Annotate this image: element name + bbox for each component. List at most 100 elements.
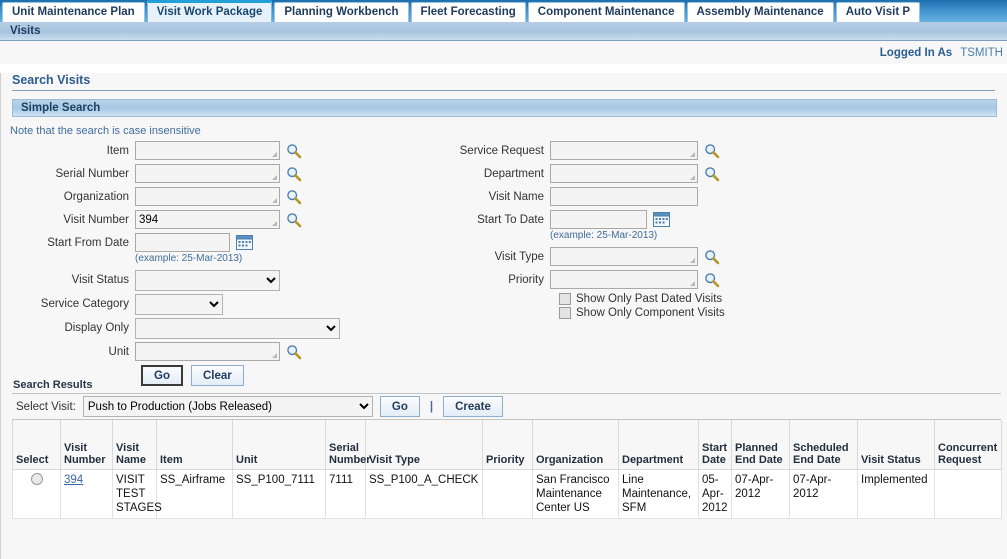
priority-input[interactable] [550,270,698,289]
unit-input[interactable] [135,342,280,361]
item-label: Item [106,145,129,157]
field-row-organization: Organization [0,187,440,207]
logged-in-bar: Logged In As TSMITH [0,41,1007,65]
priority-search-icon[interactable] [704,272,720,288]
simple-search-panel-header: Simple Search [12,99,997,117]
search-form-right-column: Service Request Department Visit Name St… [440,141,880,321]
cell-visit-type: SS_P100_A_CHECK [365,468,483,519]
start-to-date-calendar-icon[interactable] [653,212,670,227]
cell-planned-end-date: 07-Apr-2012 [731,468,790,519]
service-request-search-icon[interactable] [704,143,720,159]
field-row-start-to-date: Start To Date (example: 25-Mar-2013) [440,210,880,244]
case-insensitive-note: Note that the search is case insensitive [10,125,201,137]
column-header-visit-number[interactable]: Visit Number [60,420,113,470]
column-header-select[interactable]: Select [12,420,61,470]
tab-assembly-maintenance[interactable]: Assembly Maintenance [686,2,834,22]
page-body: Search Visits Simple Search Note that th… [0,73,1007,559]
column-header-start-date[interactable]: Start Date [698,420,732,470]
column-header-scheduled-end-date[interactable]: Scheduled End Date [789,420,858,470]
visit-number-link[interactable]: 394 [64,474,83,486]
start-from-date-label: Start From Date [47,237,129,249]
visit-status-label: Visit Status [71,274,129,286]
toolbar-separator: | [429,400,434,413]
tab-component-maintenance[interactable]: Component Maintenance [527,2,685,22]
search-go-button[interactable]: Go [141,365,183,386]
department-input-wrapper [550,164,698,183]
organization-search-icon[interactable] [286,189,302,205]
organization-input-wrapper [135,187,280,206]
visit-type-search-icon[interactable] [704,249,720,265]
department-search-icon[interactable] [704,166,720,182]
column-header-planned-end-date[interactable]: Planned End Date [731,420,790,470]
field-row-priority: Priority [440,270,880,290]
item-input[interactable] [135,141,280,160]
column-header-department[interactable]: Department [618,420,699,470]
results-go-button[interactable]: Go [379,396,420,417]
column-header-unit[interactable]: Unit [232,420,326,470]
service-category-select[interactable] [135,294,223,315]
sub-navigation-bar: Visits [0,22,1007,41]
visit-name-input[interactable] [550,187,698,206]
create-visit-button[interactable]: Create [443,396,503,417]
search-results-table-wrapper: Select Visit Number Visit Name Item Unit… [12,420,1002,519]
show-past-dated-checkbox[interactable] [559,293,571,305]
column-header-item[interactable]: Item [156,420,233,470]
field-row-department: Department [440,164,880,184]
page-title: Search Visits [12,73,995,91]
row-select-radio[interactable] [30,472,43,485]
visit-status-select[interactable] [135,270,280,291]
field-row-visit-type: Visit Type [440,247,880,267]
field-row-service-request: Service Request [440,141,880,161]
cell-visit-number: 394 [60,468,113,519]
select-visit-action-dropdown[interactable]: Push to Production (Jobs Released) [82,396,373,417]
display-only-label: Display Only [64,322,129,334]
start-from-date-input[interactable] [135,233,230,252]
visit-number-search-icon[interactable] [286,212,302,228]
department-input[interactable] [550,164,698,183]
organization-label: Organization [63,191,129,203]
start-from-date-hint: (example: 25-Mar-2013) [135,253,243,264]
show-component-visits-checkbox[interactable] [559,307,571,319]
serial-number-search-icon[interactable] [286,166,302,182]
serial-number-input[interactable] [135,164,280,183]
start-to-date-input[interactable] [550,210,647,229]
search-results-toolbar: Select Visit: Push to Production (Jobs R… [12,393,1001,420]
cell-priority [482,468,533,519]
item-search-icon[interactable] [286,143,302,159]
tab-planning-workbench[interactable]: Planning Workbench [274,2,409,22]
column-header-organization[interactable]: Organization [532,420,619,470]
tab-auto-visit-planning[interactable]: Auto Visit P [835,2,921,22]
tab-visit-work-package[interactable]: Visit Work Package [146,0,273,22]
logged-in-username: TSMITH [960,46,1003,59]
search-clear-button[interactable]: Clear [190,365,244,386]
cell-scheduled-end-date: 07-Apr-2012 [789,468,858,519]
tab-unit-maintenance-plan[interactable]: Unit Maintenance Plan [2,2,145,22]
field-row-display-only: Display Only [0,318,440,339]
column-header-visit-status[interactable]: Visit Status [857,420,935,470]
tab-fleet-forecasting[interactable]: Fleet Forecasting [410,2,526,22]
start-to-date-label: Start To Date [477,214,544,226]
column-header-visit-name[interactable]: Visit Name [112,420,157,470]
start-from-date-calendar-icon[interactable] [236,235,253,250]
cell-item: SS_Airframe [156,468,233,519]
cell-start-date: 05-Apr-2012 [698,468,732,519]
visit-name-label: Visit Name [488,191,544,203]
visit-type-input[interactable] [550,247,698,266]
column-header-priority[interactable]: Priority [482,420,533,470]
column-header-serial-number[interactable]: Serial Number [325,420,371,470]
field-row-serial-number: Serial Number [0,164,440,184]
column-header-concurrent-request[interactable]: Concurrent Request [934,420,1002,470]
visit-number-input[interactable] [135,210,280,229]
serial-number-input-wrapper [135,164,280,183]
service-request-input[interactable] [550,141,698,160]
column-header-visit-type[interactable]: Visit Type [365,420,483,470]
visit-type-input-wrapper [550,247,698,266]
table-header-row: Select Visit Number Visit Name Item Unit… [12,420,1002,470]
table-row: 394 VISIT TEST STAGES SS_Airframe SS_P10… [12,468,1002,519]
unit-input-wrapper [135,342,280,361]
organization-input[interactable] [135,187,280,206]
display-only-select[interactable] [135,318,340,339]
unit-search-icon[interactable] [286,344,302,360]
sub-navigation-title[interactable]: Visits [10,25,40,37]
search-results-table: Select Visit Number Visit Name Item Unit… [12,420,1002,519]
